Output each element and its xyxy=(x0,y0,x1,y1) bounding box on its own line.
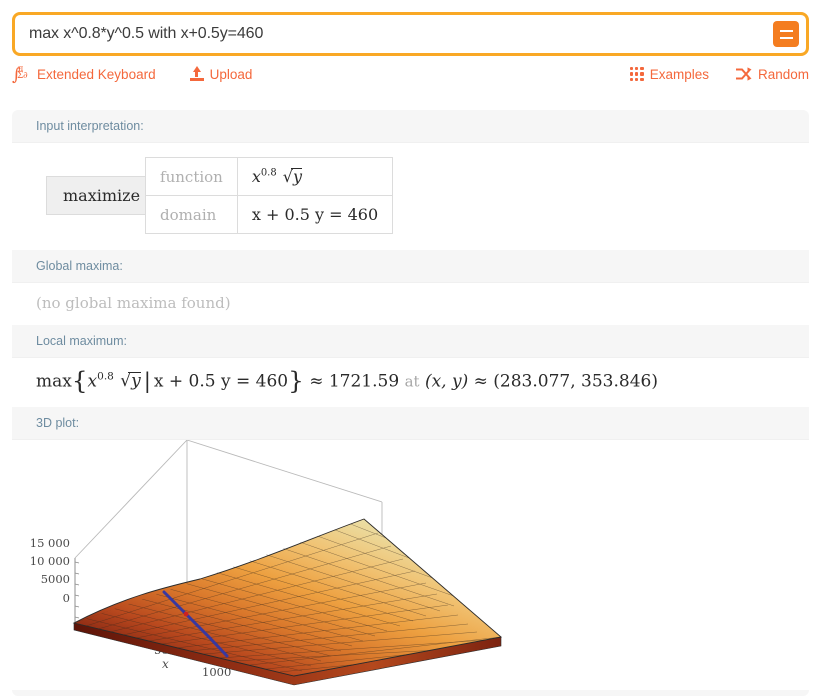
toolbar-right-group: Examples Random xyxy=(629,66,809,82)
input-interpretation-content: maximize function x0.8 √ y domain x + 0.5… xyxy=(36,157,785,234)
z-axis-tick-labels: 15 000 10 000 5000 0 xyxy=(30,536,70,605)
table-row: function x0.8 √ y xyxy=(145,157,394,196)
upload-label: Upload xyxy=(209,66,253,82)
surface-plot-3d[interactable]: 15 000 10 000 5000 0 0 500 1000 x xyxy=(12,440,809,690)
point-coordinates: (283.077, 353.846) xyxy=(493,371,658,392)
at-label: at xyxy=(404,372,420,391)
pod-title-global-maxima: Global maxima: xyxy=(12,250,809,283)
random-label: Random xyxy=(757,66,809,82)
approx-symbol-1: ≈ xyxy=(309,371,324,392)
operation-label: maximize xyxy=(46,176,158,215)
sqrt-group: √ y xyxy=(120,371,141,392)
search-bar[interactable] xyxy=(12,12,809,56)
results-pods: Input interpretation: maximize function … xyxy=(12,110,809,696)
shuffle-icon xyxy=(735,67,752,81)
submit-button[interactable] xyxy=(773,21,799,47)
search-input[interactable] xyxy=(15,15,773,53)
row-key-function: function xyxy=(145,157,238,196)
z-tick-10000: 10 000 xyxy=(30,554,70,568)
fn-base: x xyxy=(251,167,261,186)
pod-title-input-interpretation: Input interpretation: xyxy=(12,110,809,143)
row-value-domain: x + 0.5 y = 460 xyxy=(236,195,394,234)
fn-radicand: y xyxy=(292,167,302,186)
x-axis-label: x xyxy=(162,657,169,671)
approx-symbol-2: ≈ xyxy=(473,371,488,392)
z-tick-5000: 5000 xyxy=(41,572,70,586)
table-row: domain x + 0.5 y = 460 xyxy=(145,195,394,234)
examples-button[interactable]: Examples xyxy=(629,66,709,82)
constraint-expression: x + 0.5 y = 460 xyxy=(153,371,289,392)
pod-body-3d-plot[interactable]: 15 000 10 000 5000 0 0 500 1000 x xyxy=(12,440,809,690)
objective-radicand: y xyxy=(131,371,141,392)
equals-icon xyxy=(779,29,793,39)
such-that-bar: | xyxy=(143,369,151,394)
local-maximum-expression: max{x0.8 √ y | x + 0.5 y = 460} ≈ 1721.59 a… xyxy=(36,369,785,394)
upload-button[interactable]: Upload xyxy=(189,66,253,82)
brace-left: { xyxy=(71,366,88,396)
brace-right: } xyxy=(288,366,304,396)
global-maxima-message: (no global maxima found) xyxy=(36,294,231,312)
interpretation-table: function x0.8 √ y domain x + 0.5 y = 460 xyxy=(145,157,394,234)
extended-keyboard-button[interactable]: ∫ π Σ ∂ Extended Keyboard xyxy=(12,64,156,85)
point-variables: (x, y) xyxy=(424,371,469,392)
pod-title-local-maximum: Local maximum: xyxy=(12,325,809,358)
row-value-function: x0.8 √ y xyxy=(236,157,394,196)
maximum-value: 1721.59 xyxy=(328,371,400,392)
extended-keyboard-label: Extended Keyboard xyxy=(37,66,156,82)
examples-label: Examples xyxy=(649,66,709,82)
objective-exponent: 0.8 xyxy=(97,370,114,383)
upload-icon xyxy=(189,66,204,82)
z-tick-0: 0 xyxy=(63,591,70,605)
pod-title-3d-plot: 3D plot: xyxy=(12,407,809,440)
pod-body-global-maxima: (no global maxima found) xyxy=(12,283,809,325)
maximum-point-marker xyxy=(183,611,189,617)
objective-base: x xyxy=(87,371,98,392)
pod-body-input-interpretation: maximize function x0.8 √ y domain x + 0.5… xyxy=(12,143,809,250)
row-key-domain: domain xyxy=(145,195,238,234)
max-prefix: max xyxy=(36,371,72,392)
examples-grid-icon xyxy=(629,67,644,81)
pods-footer xyxy=(12,690,809,696)
fn-exponent: 0.8 xyxy=(260,167,277,179)
sqrt-group: √ y xyxy=(282,167,302,186)
z-axis xyxy=(74,558,80,623)
toolbar: ∫ π Σ ∂ Extended Keyboard Upload Example… xyxy=(12,61,809,87)
pod-body-local-maximum: max{x0.8 √ y | x + 0.5 y = 460} ≈ 1721.59 a… xyxy=(12,358,809,407)
random-button[interactable]: Random xyxy=(735,67,809,82)
extended-keyboard-icon: ∫ π Σ ∂ xyxy=(12,64,28,85)
z-tick-15000: 15 000 xyxy=(30,536,70,550)
